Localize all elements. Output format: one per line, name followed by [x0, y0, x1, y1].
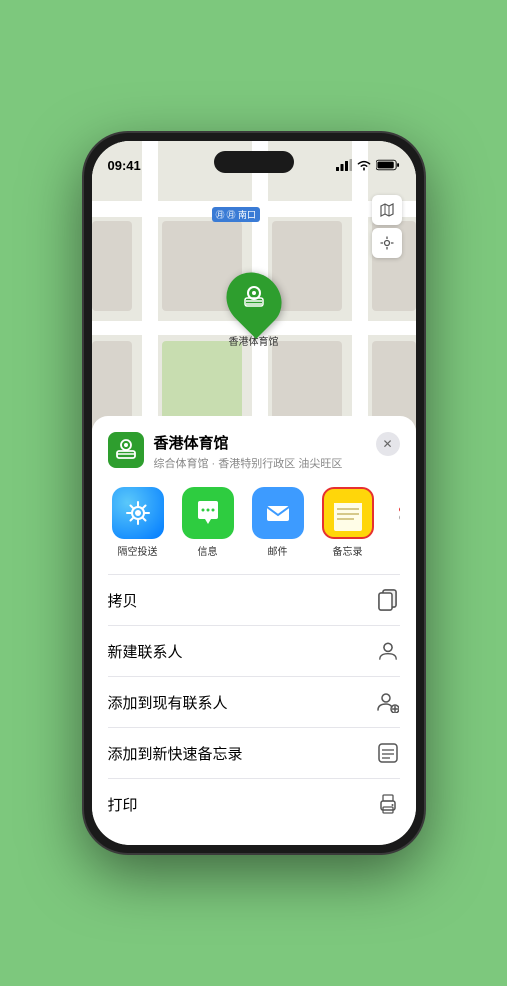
place-header: 香港体育馆 综合体育馆 · 香港特别行政区 油尖旺区 ✕	[108, 432, 400, 471]
action-add-existing-label: 添加到现有联系人	[108, 692, 228, 713]
share-notes[interactable]: 备忘录	[318, 487, 378, 558]
mail-icon	[252, 487, 304, 539]
action-add-note-label: 添加到新快速备忘录	[108, 743, 243, 764]
place-info: 香港体育馆 综合体育馆 · 香港特别行政区 油尖旺区	[154, 432, 376, 471]
subway-label-text: ㊊ 南口	[227, 208, 257, 221]
share-airdrop[interactable]: 隔空投送	[108, 487, 168, 558]
status-icons	[336, 159, 400, 171]
airdrop-icon	[112, 487, 164, 539]
phone-screen: 09:41	[92, 141, 416, 845]
status-time: 09:41	[108, 158, 141, 173]
subway-label: ㊊ ㊊ 南口	[212, 207, 261, 222]
action-add-existing-contact[interactable]: 添加到现有联系人	[108, 677, 400, 728]
phone-frame: 09:41	[84, 133, 424, 853]
copy-icon	[376, 588, 400, 612]
notes-label: 备忘录	[333, 543, 363, 558]
place-app-icon	[108, 432, 144, 468]
add-contact-icon	[376, 690, 400, 714]
action-copy-label: 拷贝	[108, 590, 138, 611]
location-pin: 香港体育馆	[228, 271, 280, 348]
place-subtitle: 综合体育馆 · 香港特别行政区 油尖旺区	[154, 455, 376, 471]
place-name: 香港体育馆	[154, 432, 376, 453]
wifi-icon	[356, 159, 372, 171]
signal-icon	[336, 159, 352, 171]
notes-icon	[322, 487, 374, 539]
action-add-note[interactable]: 添加到新快速备忘录	[108, 728, 400, 779]
map-type-button[interactable]	[372, 195, 402, 225]
print-icon	[376, 792, 400, 816]
map-controls	[372, 195, 402, 258]
share-messages[interactable]: 信息	[178, 487, 238, 558]
battery-icon	[376, 159, 400, 171]
action-list: 拷贝 新建联系人	[108, 574, 400, 829]
more-dots-icon	[391, 495, 400, 532]
pin-inner-icon	[242, 285, 266, 315]
share-mail[interactable]: 邮件	[248, 487, 308, 558]
mail-label: 邮件	[268, 543, 288, 558]
action-new-contact-label: 新建联系人	[108, 641, 183, 662]
quick-note-icon	[376, 741, 400, 765]
share-more[interactable]: 推	[388, 487, 400, 558]
dynamic-island	[214, 151, 294, 173]
new-contact-icon	[376, 639, 400, 663]
close-button[interactable]: ✕	[376, 432, 400, 456]
action-copy[interactable]: 拷贝	[108, 575, 400, 626]
action-print[interactable]: 打印	[108, 779, 400, 829]
messages-label: 信息	[198, 543, 218, 558]
share-apps-row: 隔空投送 信息	[108, 487, 400, 558]
action-print-label: 打印	[108, 794, 138, 815]
messages-icon	[182, 487, 234, 539]
action-new-contact[interactable]: 新建联系人	[108, 626, 400, 677]
location-button[interactable]	[372, 228, 402, 258]
airdrop-label: 隔空投送	[118, 543, 158, 558]
bottom-sheet: 香港体育馆 综合体育馆 · 香港特别行政区 油尖旺区 ✕	[92, 416, 416, 845]
